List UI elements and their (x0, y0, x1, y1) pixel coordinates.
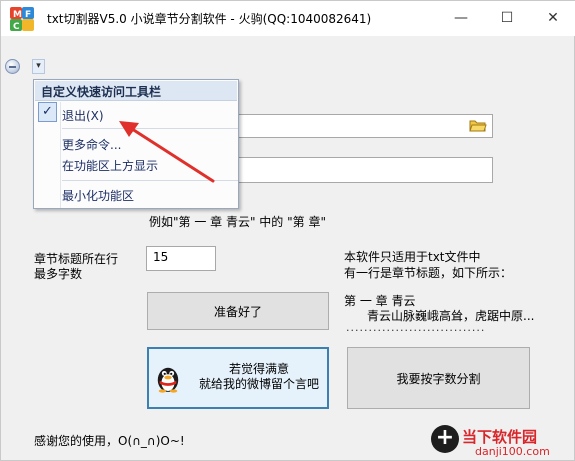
weibo-comment-button[interactable]: 若觉得满意 就给我的微博留个言吧 (147, 347, 329, 409)
svg-text:F: F (25, 10, 31, 20)
window-title: txt切割器V5.0 小说章节分割软件 - 火驹(QQ:1040082641) (47, 12, 372, 26)
max-chars-input[interactable]: 15 (146, 246, 216, 271)
info-text-line2: 有一行是章节标题，如下所示： (344, 266, 513, 280)
weibo-button-line2: 就给我的微博留个言吧 (198, 377, 319, 391)
svg-text:M: M (13, 10, 22, 20)
thanks-text: 感谢您的使用，O(∩_∩)O~! (34, 434, 185, 448)
menu-item-minimize-ribbon[interactable]: 最小化功能区 (62, 187, 134, 204)
chapter-keyword-input[interactable] (237, 157, 493, 183)
qat-customize-menu: 自定义快速访问工具栏 ✓ 退出(X) 更多命令... 在功能区上方显示 最小化功… (33, 79, 239, 209)
menu-gutter (60, 102, 61, 208)
open-folder-icon[interactable] (469, 118, 487, 133)
ready-button[interactable]: 准备好了 (147, 292, 329, 330)
ribbon-orb-icon[interactable] (5, 59, 20, 74)
menu-separator (62, 128, 238, 129)
app-logo-icon: M F C (10, 7, 34, 32)
sample-dots: ............................... (346, 321, 486, 334)
qat-dropdown-button[interactable]: ▾ (32, 59, 45, 74)
weibo-button-line1: 若觉得满意 (228, 362, 289, 376)
menu-header: 自定义快速访问工具栏 (35, 81, 237, 101)
svg-text:C: C (13, 22, 20, 32)
split-by-chars-label: 我要按字数分割 (396, 371, 481, 386)
menu-item-exit[interactable]: 退出(X) (62, 107, 104, 124)
check-icon: ✓ (38, 102, 57, 122)
app-window: M F C txt切割器V5.0 小说章节分割软件 - 火驹(QQ:104008… (0, 0, 575, 461)
maximize-button[interactable]: ☐ (484, 1, 530, 34)
watermark-plus-icon: + (431, 425, 459, 453)
close-button[interactable]: ✕ (530, 1, 575, 34)
menu-item-show-above-ribbon[interactable]: 在功能区上方显示 (62, 157, 158, 174)
title-bar: M F C txt切割器V5.0 小说章节分割软件 - 火驹(QQ:104008… (1, 1, 575, 36)
watermark: + 当下软件园 danji100.com (429, 421, 575, 461)
watermark-text: 当下软件园 (462, 428, 538, 446)
watermark-url: danji100.com (475, 445, 550, 458)
example-text: 例如"第 一 章 青云" 中的 "第 章" (149, 215, 326, 229)
ready-button-label: 准备好了 (213, 304, 262, 319)
max-chars-label-line2: 最多字数 (34, 267, 83, 281)
menu-separator (62, 180, 238, 181)
file-path-input[interactable] (237, 114, 493, 138)
menu-item-more-commands[interactable]: 更多命令... (62, 136, 121, 153)
split-by-chars-button[interactable]: 我要按字数分割 (347, 347, 530, 409)
info-text-line1: 本软件只适用于txt文件中 (344, 250, 481, 264)
qq-penguin-icon (157, 367, 179, 393)
minimize-button[interactable]: — (438, 1, 484, 34)
